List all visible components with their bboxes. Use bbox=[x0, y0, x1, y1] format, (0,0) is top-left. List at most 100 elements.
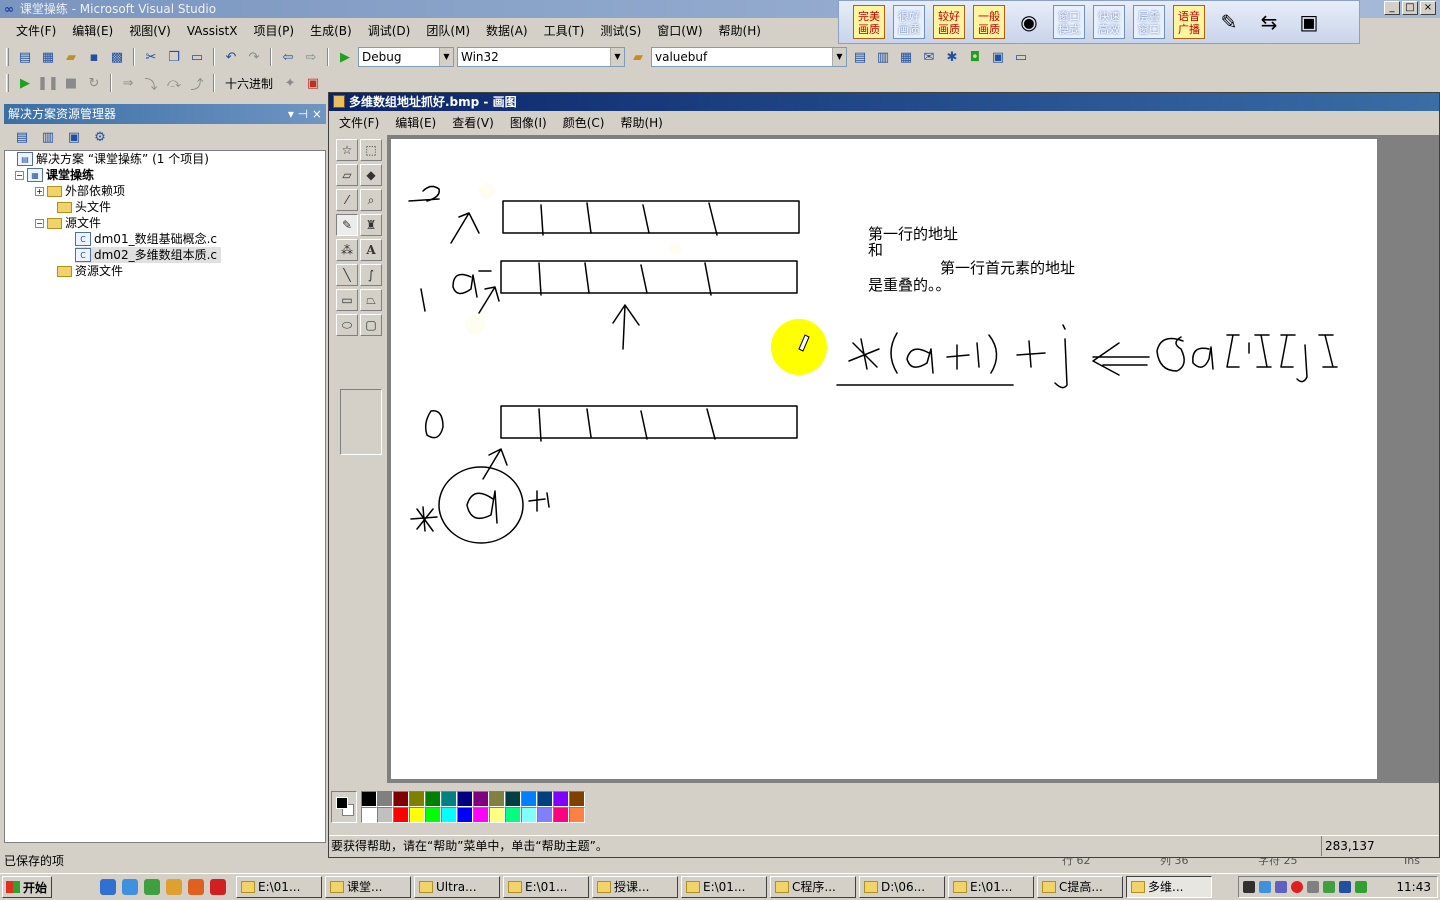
tools-icon[interactable]: ✱ bbox=[942, 47, 962, 67]
tray-app-icon[interactable] bbox=[1243, 881, 1255, 893]
show-next-statement-icon[interactable]: ⇒ bbox=[118, 73, 138, 93]
toolbox-icon[interactable]: ✉ bbox=[919, 47, 939, 67]
break-all-icon[interactable]: ❚❚ bbox=[37, 73, 59, 93]
menu-window[interactable]: 窗口(W) bbox=[649, 21, 710, 41]
class-diagram-icon[interactable]: ⚙ bbox=[90, 127, 110, 147]
color-swatch[interactable] bbox=[521, 807, 537, 823]
command-window-icon[interactable]: ▭ bbox=[1011, 47, 1031, 67]
color-swatch[interactable] bbox=[473, 807, 489, 823]
tool-options-box[interactable] bbox=[340, 389, 382, 455]
quality-very-good-button[interactable]: 很好画质 bbox=[893, 5, 925, 39]
save-icon[interactable]: ▪ bbox=[84, 47, 104, 67]
copy-icon[interactable]: ❐ bbox=[164, 47, 184, 67]
menu-help[interactable]: 帮助(H) bbox=[711, 21, 769, 41]
close-app-icon[interactable] bbox=[210, 879, 226, 895]
menu-team[interactable]: 团队(M) bbox=[418, 21, 478, 41]
rectangle-icon[interactable]: ▭ bbox=[336, 289, 358, 311]
platform-select[interactable]: Win32 ▼ bbox=[457, 47, 625, 67]
cascade-window-button[interactable]: 层叠窗口 bbox=[1133, 5, 1165, 39]
close-button[interactable]: × bbox=[1420, 1, 1436, 15]
color-swatch[interactable] bbox=[505, 807, 521, 823]
menu-file[interactable]: 文件(F) bbox=[8, 21, 64, 41]
color-swatch[interactable] bbox=[361, 791, 377, 807]
color-swatch[interactable] bbox=[569, 807, 585, 823]
color-swatch[interactable] bbox=[521, 791, 537, 807]
taskbar-button[interactable]: D:\06... bbox=[859, 876, 945, 898]
green-app-icon[interactable] bbox=[144, 879, 160, 895]
color-swatch[interactable] bbox=[553, 791, 569, 807]
fast-mode-button[interactable]: 快速高效 bbox=[1093, 5, 1125, 39]
taskbar-button[interactable]: E:\01... bbox=[948, 876, 1034, 898]
fill-icon[interactable]: ◆ bbox=[360, 164, 382, 186]
navigate-back-icon[interactable]: ⇦ bbox=[278, 47, 298, 67]
class-view-icon[interactable]: ▣ bbox=[988, 47, 1008, 67]
find-input[interactable]: valuebuf ▼ bbox=[651, 47, 847, 67]
collapse-icon[interactable]: − bbox=[15, 170, 24, 180]
step-out-icon[interactable]: ⤴ bbox=[187, 73, 207, 93]
color-swatch[interactable] bbox=[537, 807, 553, 823]
stop-debug-icon[interactable]: ■ bbox=[61, 73, 81, 93]
taskbar-button[interactable]: Ultra... bbox=[414, 876, 500, 898]
color-swatch[interactable] bbox=[473, 791, 489, 807]
window-mode-button[interactable]: 窗口模式 bbox=[1053, 5, 1085, 39]
refresh-icon[interactable]: ▣ bbox=[64, 127, 84, 147]
menu-view[interactable]: 视图(V) bbox=[121, 21, 179, 41]
menu-build[interactable]: 生成(B) bbox=[302, 21, 360, 41]
hex-toggle[interactable]: 十六进制 bbox=[221, 75, 277, 92]
taskbar-button[interactable]: 多维... bbox=[1126, 876, 1212, 898]
new-project-icon[interactable]: ▤ bbox=[15, 47, 35, 67]
taskbar-button[interactable]: 课堂... bbox=[325, 876, 411, 898]
start-button[interactable]: 开始 bbox=[2, 876, 52, 898]
color-swatch[interactable] bbox=[361, 807, 377, 823]
color-swatch[interactable] bbox=[537, 791, 553, 807]
tray-volume-icon[interactable] bbox=[1275, 881, 1287, 893]
menu-vassistx[interactable]: VAssistX bbox=[179, 21, 246, 41]
color-swatch[interactable] bbox=[377, 807, 393, 823]
paint-menu-image[interactable]: 图像(I) bbox=[502, 114, 555, 131]
expand-icon[interactable]: + bbox=[35, 186, 44, 196]
brush-icon[interactable]: ♜ bbox=[360, 214, 382, 236]
tree-project[interactable]: − ▦ 课堂操练 bbox=[15, 167, 94, 183]
line-icon[interactable]: ╲ bbox=[336, 264, 358, 286]
paint-menu-colors[interactable]: 颜色(C) bbox=[555, 114, 613, 131]
quality-good-button[interactable]: 较好画质 bbox=[933, 5, 965, 39]
media-icon[interactable] bbox=[166, 879, 182, 895]
start-debug-icon[interactable]: ▶ bbox=[335, 47, 355, 67]
taskbar-button[interactable]: C提高... bbox=[1037, 876, 1123, 898]
quality-normal-button[interactable]: 一般画质 bbox=[973, 5, 1005, 39]
color-swatch[interactable] bbox=[489, 807, 505, 823]
color-swatch[interactable] bbox=[409, 791, 425, 807]
ie-icon[interactable] bbox=[100, 879, 116, 895]
menu-debug[interactable]: 调试(D) bbox=[360, 21, 419, 41]
polygon-icon[interactable]: ⏢ bbox=[360, 289, 382, 311]
quality-perfect-button[interactable]: 完美画质 bbox=[853, 5, 885, 39]
paint-canvas[interactable]: 第一行的地址 和 第一行首元素的地址 是重叠的。。 bbox=[391, 139, 1377, 779]
paint-menu-file[interactable]: 文件(F) bbox=[331, 114, 387, 131]
tree-file-dm02[interactable]: C dm02_多维数组本质.c bbox=[75, 247, 221, 263]
undo-icon[interactable]: ↶ bbox=[221, 47, 241, 67]
object-browser-icon[interactable]: ▦ bbox=[896, 47, 916, 67]
color-swatch[interactable] bbox=[377, 791, 393, 807]
pencil-icon[interactable]: ✎ bbox=[336, 214, 358, 236]
menu-edit[interactable]: 编辑(E) bbox=[64, 21, 121, 41]
paint-menu-edit[interactable]: 编辑(E) bbox=[387, 114, 444, 131]
config-select[interactable]: Debug ▼ bbox=[358, 47, 454, 67]
add-item-icon[interactable]: ▦ bbox=[38, 47, 58, 67]
taskbar-button[interactable]: E:\01... bbox=[681, 876, 767, 898]
browser-icon[interactable] bbox=[122, 879, 138, 895]
windows-icon[interactable]: ▣ bbox=[303, 73, 323, 93]
webcam-icon[interactable]: ◉ bbox=[1013, 5, 1045, 39]
paste-icon[interactable]: ▭ bbox=[187, 47, 207, 67]
continue-icon[interactable]: ▶ bbox=[15, 73, 35, 93]
screen-icon[interactable]: ▣ bbox=[1293, 5, 1325, 39]
tree-source-files[interactable]: − 源文件 bbox=[35, 215, 101, 231]
taskbar-button[interactable]: E:\01... bbox=[503, 876, 589, 898]
rect-select-icon[interactable]: ⬚ bbox=[360, 139, 382, 161]
navigate-forward-icon[interactable]: ⇨ bbox=[301, 47, 321, 67]
color-swatch[interactable] bbox=[393, 791, 409, 807]
airbrush-icon[interactable]: ⁂ bbox=[336, 239, 358, 261]
tree-file-dm01[interactable]: C dm01_数组基础概念.c bbox=[75, 231, 217, 247]
taskbar-button[interactable]: C程序... bbox=[770, 876, 856, 898]
color-swatch[interactable] bbox=[441, 791, 457, 807]
menu-test[interactable]: 测试(S) bbox=[592, 21, 649, 41]
